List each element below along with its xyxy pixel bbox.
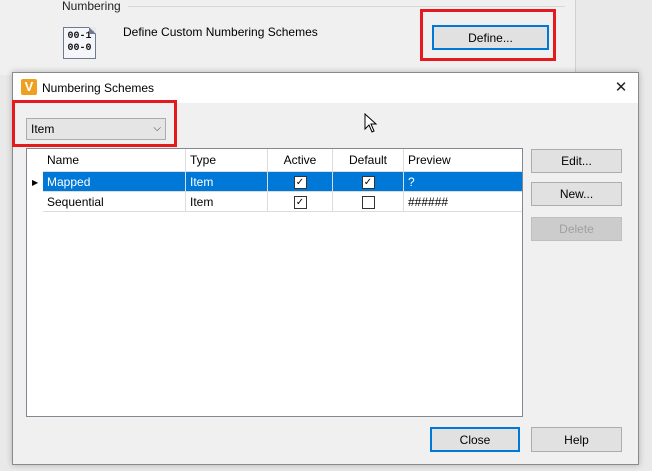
cell-name: Mapped bbox=[43, 171, 186, 192]
app-logo-icon: V bbox=[21, 79, 37, 95]
table-row-sequential[interactable]: Sequential Item ✓ ###### bbox=[43, 191, 522, 212]
column-header-active[interactable]: Active bbox=[267, 149, 333, 172]
close-button[interactable]: Close bbox=[430, 427, 520, 452]
scheme-type-value: Item bbox=[31, 122, 55, 136]
title-bar[interactable]: V Numbering Schemes ✕ bbox=[13, 73, 638, 103]
cell-active: ✓ bbox=[267, 191, 333, 212]
cell-preview: ? bbox=[403, 171, 522, 192]
column-header-type[interactable]: Type bbox=[185, 149, 268, 172]
column-header-name[interactable]: Name bbox=[43, 149, 186, 172]
numbering-schemes-dialog: V Numbering Schemes ✕ Item ⌵ ▶ Name Type… bbox=[12, 72, 639, 465]
active-checkbox[interactable]: ✓ bbox=[293, 175, 307, 189]
table-row-mapped[interactable]: Mapped Item ✓ ✓ ? bbox=[43, 171, 522, 192]
cell-active: ✓ bbox=[267, 171, 333, 192]
default-checkbox[interactable] bbox=[361, 195, 375, 209]
numbering-scheme-icon: 00-1 00-0 bbox=[63, 27, 96, 59]
default-checkbox[interactable]: ✓ bbox=[361, 175, 375, 189]
active-checkbox[interactable]: ✓ bbox=[293, 195, 307, 209]
schemes-table: Name Type Active Default Preview Mapped … bbox=[43, 149, 522, 212]
column-header-preview[interactable]: Preview bbox=[403, 149, 522, 172]
schemes-grid[interactable]: ▶ Name Type Active Default Preview Mappe… bbox=[26, 148, 523, 417]
scheme-type-dropdown[interactable]: Item ⌵ bbox=[26, 118, 166, 140]
delete-button[interactable]: Delete bbox=[531, 217, 622, 241]
cell-type: Item bbox=[185, 191, 268, 212]
define-button[interactable]: Define... bbox=[432, 25, 549, 50]
dialog-title: Numbering Schemes bbox=[42, 81, 155, 95]
close-icon[interactable]: ✕ bbox=[604, 73, 638, 103]
cell-default bbox=[332, 191, 404, 212]
column-header-default[interactable]: Default bbox=[332, 149, 404, 172]
chevron-down-icon: ⌵ bbox=[153, 123, 161, 134]
help-button[interactable]: Help bbox=[531, 427, 622, 452]
cell-name: Sequential bbox=[43, 191, 186, 212]
icon-text-line1: 00-1 bbox=[67, 31, 92, 42]
edit-button[interactable]: Edit... bbox=[531, 149, 622, 173]
section-divider bbox=[128, 6, 565, 7]
cell-default: ✓ bbox=[332, 171, 404, 192]
cell-preview: ###### bbox=[403, 191, 522, 212]
current-row-marker-icon: ▶ bbox=[32, 178, 39, 187]
numbering-settings-panel: Numbering 00-1 00-0 Define Custom Number… bbox=[0, 0, 576, 75]
mouse-pointer-icon bbox=[364, 113, 378, 133]
new-button[interactable]: New... bbox=[531, 182, 622, 206]
define-description: Define Custom Numbering Schemes bbox=[123, 25, 318, 39]
section-title: Numbering bbox=[62, 0, 121, 13]
icon-text-line2: 00-0 bbox=[67, 43, 92, 54]
cell-type: Item bbox=[185, 171, 268, 192]
